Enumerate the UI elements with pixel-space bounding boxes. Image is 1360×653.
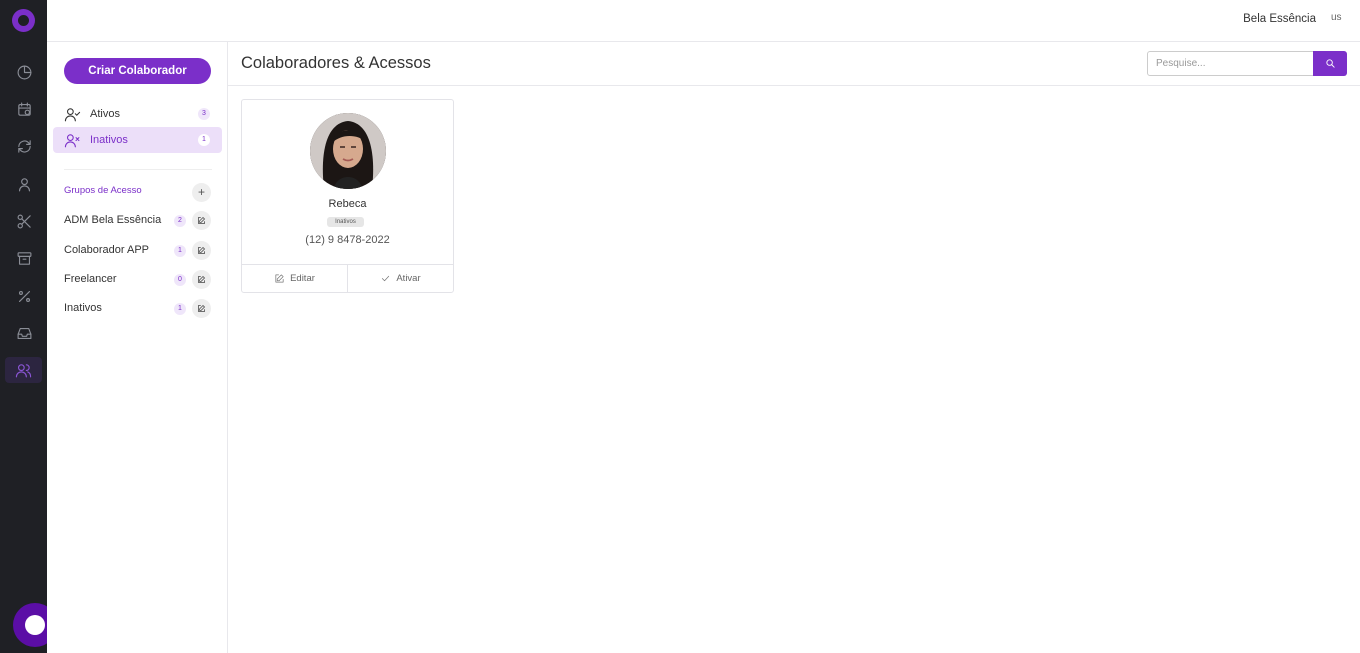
user-check-icon [63,105,81,123]
add-group-button[interactable]: + [192,183,211,202]
nav-item-count: 3 [198,108,210,120]
status-badge: Inativos [327,217,364,227]
search-input[interactable] [1147,51,1314,76]
clock-chart-icon[interactable] [12,60,36,84]
activate-button[interactable]: Ativar [347,265,453,292]
user-icon[interactable] [12,172,36,196]
activate-label: Ativar [396,273,421,284]
collaborator-phone: (12) 9 8478-2022 [305,234,390,246]
group-item-adm[interactable]: ADM Bela Essência 2 [64,211,212,231]
edit-icon [275,274,284,283]
edit-icon[interactable] [192,270,211,289]
collaborator-card: Rebeca Inativos (12) 9 8478-2022 Editar … [241,99,454,293]
group-item-freelancer[interactable]: Freelancer 0 [64,270,212,290]
edit-icon[interactable] [192,211,211,230]
nav-item-count: 1 [198,134,210,146]
divider [64,169,212,170]
group-item-inativos[interactable]: Inativos 1 [64,299,212,319]
group-label: Colaborador APP [64,244,149,256]
collaborator-photo [310,113,386,189]
edit-button[interactable]: Editar [242,265,347,292]
group-label: Inativos [64,302,102,314]
chat-icon [25,615,45,635]
user-avatar-broken-image[interactable]: us [1331,12,1360,26]
group-count: 1 [174,245,186,257]
group-label: ADM Bela Essência [64,214,162,226]
nav-item-active-collaborators[interactable]: Ativos 3 [53,101,222,127]
create-collaborator-button[interactable]: Criar Colaborador [64,58,211,84]
collaborator-name: Rebeca [328,198,367,210]
refresh-icon[interactable] [12,134,36,158]
group-count: 1 [174,303,186,315]
page-title: Colaboradores & Acessos [241,54,431,72]
collaborators-sidebar: Criar Colaborador Ativos 3 Inativos 1 Gr… [47,42,228,653]
percent-icon[interactable] [12,284,36,308]
nav-item-label: Ativos [90,108,120,120]
app-logo[interactable] [12,9,35,32]
app-rail [0,0,47,653]
main-content: Colaboradores & Acessos Rebeca Inativos … [228,42,1360,653]
edit-icon[interactable] [192,299,211,318]
search-icon [1325,59,1335,68]
user-x-icon [63,131,81,149]
users-icon[interactable] [5,357,42,383]
main-header: Colaboradores & Acessos [228,42,1360,86]
archive-icon[interactable] [12,246,36,270]
search-button[interactable] [1313,51,1347,76]
company-name: Bela Essência [1243,13,1316,25]
top-bar: Bela Essência us [47,0,1360,42]
group-count: 0 [174,274,186,286]
group-count: 2 [174,215,186,227]
group-item-colaborador-app[interactable]: Colaborador APP 1 [64,241,212,261]
nav-item-label: Inativos [90,134,128,146]
nav-item-inactive-collaborators[interactable]: Inativos 1 [53,127,222,153]
card-actions: Editar Ativar [242,264,453,292]
access-groups-title: Grupos de Acesso [64,185,142,196]
edit-label: Editar [290,273,315,284]
calendar-icon[interactable] [12,97,36,121]
check-icon [382,275,390,282]
group-label: Freelancer [64,273,117,285]
inbox-icon[interactable] [12,321,36,345]
edit-icon[interactable] [192,241,211,260]
scissors-icon[interactable] [12,209,36,233]
